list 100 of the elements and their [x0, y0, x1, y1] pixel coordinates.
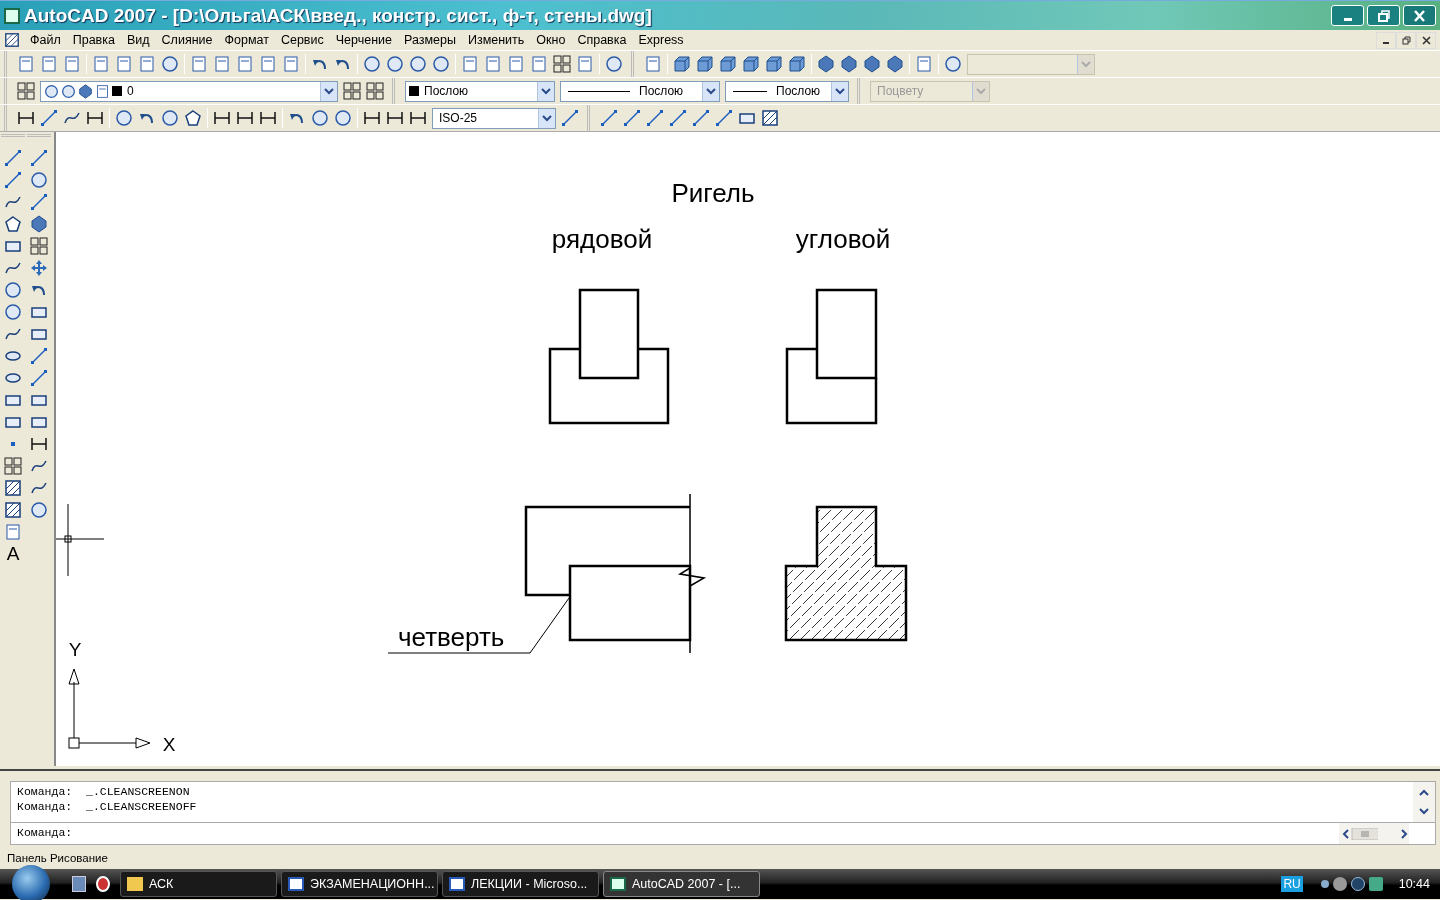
dimension-icon[interactable] [17, 109, 35, 127]
cube-icon[interactable] [765, 55, 783, 73]
line-icon[interactable] [30, 369, 48, 387]
page-icon[interactable] [507, 55, 525, 73]
circle-icon[interactable] [432, 55, 450, 73]
circle-icon[interactable] [409, 55, 427, 73]
line-icon[interactable] [646, 109, 664, 127]
circle-icon[interactable] [30, 171, 48, 189]
text-tool-button[interactable]: A [6, 545, 20, 563]
page-icon[interactable] [282, 55, 300, 73]
linetype-dropdown[interactable]: Послою [560, 80, 720, 102]
dim-style-dropdown[interactable]: ISO-25 [432, 107, 556, 129]
cube-icon[interactable] [742, 55, 760, 73]
line-icon[interactable] [30, 347, 48, 365]
menu-item[interactable]: Окно [530, 33, 572, 47]
line-icon[interactable] [30, 193, 48, 211]
lineweight-dropdown[interactable]: Послою [725, 80, 849, 102]
cube-icon[interactable] [673, 55, 691, 73]
dimension-icon[interactable] [86, 109, 104, 127]
line-icon[interactable] [4, 171, 22, 189]
line-icon[interactable] [561, 109, 579, 127]
line-icon[interactable] [692, 109, 710, 127]
hatch-icon[interactable] [4, 501, 22, 519]
taskbar-button[interactable]: ЛЕКЦИИ - Microso... [442, 871, 599, 897]
circle-icon[interactable] [4, 303, 22, 321]
circle-icon[interactable] [161, 55, 179, 73]
line-icon[interactable] [600, 109, 618, 127]
circle-icon[interactable] [944, 55, 962, 73]
page-icon[interactable] [213, 55, 231, 73]
page-icon[interactable] [484, 55, 502, 73]
circle-icon[interactable] [30, 501, 48, 519]
dimension-icon[interactable] [386, 109, 404, 127]
diamond-icon[interactable] [817, 55, 835, 73]
dimension-icon[interactable] [363, 109, 381, 127]
grid-icon[interactable] [366, 82, 384, 100]
cube-icon[interactable] [719, 55, 737, 73]
page-icon[interactable] [915, 55, 933, 73]
network-icon[interactable] [1368, 877, 1383, 891]
page-icon[interactable] [40, 55, 58, 73]
dimension-icon[interactable] [30, 435, 48, 453]
grid-icon[interactable] [30, 237, 48, 255]
page-icon[interactable] [530, 55, 548, 73]
page-icon[interactable] [92, 55, 110, 73]
color-dropdown[interactable]: Послою [405, 80, 555, 102]
speaker-icon[interactable] [1332, 877, 1347, 891]
circle-icon[interactable] [115, 109, 133, 127]
pentagon-icon[interactable] [4, 215, 22, 233]
circle-icon[interactable] [44, 83, 59, 99]
page-icon[interactable] [236, 55, 254, 73]
scroll-down-icon[interactable] [1418, 808, 1430, 816]
minimize-button[interactable] [1331, 5, 1364, 26]
line-icon[interactable] [40, 109, 58, 127]
diamond-icon[interactable] [78, 83, 93, 99]
menu-item[interactable]: Размеры [398, 33, 462, 47]
menu-item[interactable]: Сервис [274, 33, 330, 47]
page-icon[interactable] [644, 55, 662, 73]
dimension-icon[interactable] [236, 109, 254, 127]
pentagon-icon[interactable] [184, 109, 202, 127]
page-icon[interactable] [461, 55, 479, 73]
doc-close-button[interactable] [1416, 31, 1436, 49]
circle-icon[interactable] [334, 109, 352, 127]
scroll-up-icon[interactable] [1418, 788, 1430, 796]
circle-icon[interactable] [363, 55, 381, 73]
menu-item[interactable]: Файл [24, 33, 67, 47]
page-icon[interactable] [259, 55, 277, 73]
circle-icon[interactable] [4, 281, 22, 299]
page-icon[interactable] [63, 55, 81, 73]
cube-icon[interactable] [788, 55, 806, 73]
menu-item[interactable]: Слияние [155, 33, 219, 47]
grid-icon[interactable] [343, 82, 361, 100]
page-icon[interactable] [115, 55, 133, 73]
diamond-icon[interactable] [30, 215, 48, 233]
browser-icon[interactable] [96, 876, 110, 892]
taskbar-button[interactable]: ЭКЗАМЕНАЦИОНН... [281, 871, 438, 897]
diamond-icon[interactable] [886, 55, 904, 73]
page-icon[interactable] [576, 55, 594, 73]
menu-item[interactable]: Изменить [461, 33, 531, 47]
page-icon[interactable] [190, 55, 208, 73]
vertical-scrollbar[interactable] [1413, 782, 1435, 822]
cross-arrows-icon[interactable] [30, 259, 48, 277]
line-icon[interactable] [669, 109, 687, 127]
circle-icon[interactable] [161, 109, 179, 127]
line-icon[interactable] [623, 109, 641, 127]
menu-item[interactable]: Правка [66, 33, 121, 47]
menu-item[interactable]: Формат [218, 33, 275, 47]
circle-icon[interactable] [311, 109, 329, 127]
dimension-icon[interactable] [213, 109, 231, 127]
hatch-icon[interactable] [4, 479, 22, 497]
circle-icon[interactable] [605, 55, 623, 73]
grid-icon[interactable] [17, 82, 35, 100]
start-button[interactable] [12, 865, 50, 900]
page-icon[interactable] [95, 83, 110, 99]
restore-button[interactable] [1367, 5, 1400, 26]
circle-icon[interactable] [1350, 877, 1365, 891]
page-icon[interactable] [138, 55, 156, 73]
line-icon[interactable] [4, 149, 22, 167]
menu-item[interactable]: Справка [571, 33, 633, 47]
dimension-icon[interactable] [409, 109, 427, 127]
tray-dot-icon[interactable] [1320, 880, 1329, 888]
doc-minimize-button[interactable] [1376, 31, 1396, 49]
